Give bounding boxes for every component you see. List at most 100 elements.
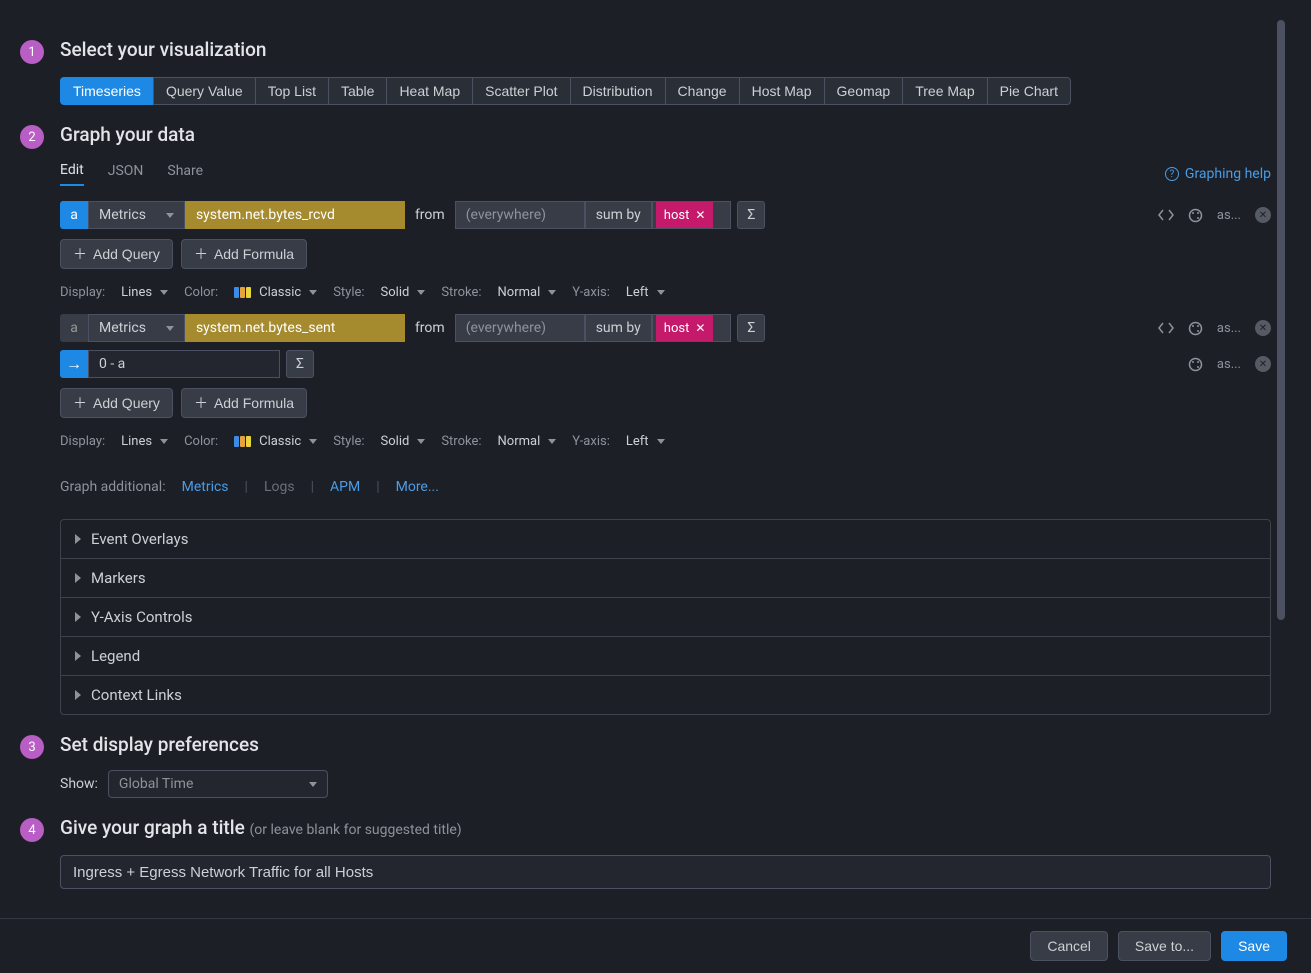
viz-query-value[interactable]: Query Value <box>153 77 255 105</box>
viz-timeseries[interactable]: Timeseries <box>60 77 153 105</box>
caret-icon <box>160 290 168 295</box>
aggregation-button[interactable]: Σ <box>286 350 314 378</box>
scrollbar[interactable] <box>1277 0 1285 900</box>
yaxis-select[interactable]: Left <box>626 285 665 300</box>
ga-more[interactable]: More... <box>396 479 439 495</box>
aggregation-button[interactable]: Σ <box>737 201 765 229</box>
accordion-group: Event Overlays Markers Y-Axis Controls L… <box>60 519 1271 715</box>
graph-additional-label: Graph additional: <box>60 479 166 495</box>
yaxis-select[interactable]: Left <box>626 434 665 449</box>
footer: Cancel Save to... Save <box>0 918 1311 973</box>
plus-icon: ＋ <box>194 393 208 413</box>
cancel-button[interactable]: Cancel <box>1030 931 1108 961</box>
query-row-2: a Metrics system.net.bytes_sent from (ev… <box>60 314 1271 342</box>
viz-table[interactable]: Table <box>328 77 386 105</box>
query-letter-a-dim[interactable]: a <box>60 314 88 342</box>
remove-query-icon[interactable]: ✕ <box>1255 207 1271 223</box>
plus-icon: ＋ <box>73 393 87 413</box>
query-metric-input[interactable]: system.net.bytes_rcvd <box>185 201 405 229</box>
palette-icon[interactable] <box>1188 357 1203 372</box>
yaxis-label: Y-axis: <box>572 285 610 300</box>
viz-pie-chart[interactable]: Pie Chart <box>987 77 1071 105</box>
chevron-right-icon <box>75 690 81 700</box>
query-metric-input[interactable]: system.net.bytes_sent <box>185 314 405 342</box>
ga-metrics[interactable]: Metrics <box>182 479 229 495</box>
step-4-badge: 4 <box>20 818 44 842</box>
scroll-thumb[interactable] <box>1277 20 1285 620</box>
graph-title-input[interactable] <box>60 855 1271 889</box>
caret-icon <box>166 326 174 331</box>
code-icon[interactable] <box>1158 321 1174 335</box>
style-select[interactable]: Solid <box>381 285 426 300</box>
caret-icon <box>166 213 174 218</box>
viz-scatter[interactable]: Scatter Plot <box>472 77 569 105</box>
chevron-right-icon <box>75 573 81 583</box>
viz-heat-map[interactable]: Heat Map <box>386 77 472 105</box>
viz-distribution[interactable]: Distribution <box>570 77 665 105</box>
add-formula-button[interactable]: ＋Add Formula <box>181 388 307 418</box>
remove-formula-icon[interactable]: ✕ <box>1255 356 1271 372</box>
display-label: Display: <box>60 434 105 449</box>
color-select[interactable]: Classic <box>234 434 317 449</box>
query-scope-input[interactable]: (everywhere) <box>455 314 585 342</box>
aggregation-button[interactable]: Σ <box>737 314 765 342</box>
viz-tree-map[interactable]: Tree Map <box>902 77 986 105</box>
stroke-select[interactable]: Normal <box>498 285 557 300</box>
viz-top-list[interactable]: Top List <box>255 77 328 105</box>
style-select[interactable]: Solid <box>381 434 426 449</box>
acc-event-overlays[interactable]: Event Overlays <box>61 520 1270 559</box>
remove-query-icon[interactable]: ✕ <box>1255 320 1271 336</box>
formula-arrow-icon: → <box>60 350 88 378</box>
display-select[interactable]: Lines <box>121 285 168 300</box>
tab-json[interactable]: JSON <box>108 163 144 185</box>
sumby-tags[interactable]: host ✕ <box>652 314 732 342</box>
style-label: Style: <box>333 285 364 300</box>
acc-legend[interactable]: Legend <box>61 637 1270 676</box>
query-scope-input[interactable]: (everywhere) <box>455 201 585 229</box>
save-button[interactable]: Save <box>1221 931 1287 961</box>
palette-icon[interactable] <box>1188 321 1203 336</box>
query-source-select[interactable]: Metrics <box>88 314 185 342</box>
ga-apm[interactable]: APM <box>330 479 360 495</box>
viz-host-map[interactable]: Host Map <box>739 77 824 105</box>
graphing-help-link[interactable]: ? Graphing help <box>1165 166 1271 182</box>
tab-share[interactable]: Share <box>167 163 203 185</box>
query-source-select[interactable]: Metrics <box>88 201 185 229</box>
add-query-button[interactable]: ＋Add Query <box>60 388 173 418</box>
sumby-label: sum by <box>585 201 652 229</box>
alias-button[interactable]: as... <box>1217 208 1241 223</box>
tag-remove-icon[interactable]: ✕ <box>695 321 705 335</box>
formula-input[interactable]: 0 - a <box>88 350 280 378</box>
formula-row: → 0 - a Σ as... ✕ <box>60 350 1271 378</box>
display-select[interactable]: Lines <box>121 434 168 449</box>
add-formula-button[interactable]: ＋Add Formula <box>181 239 307 269</box>
viz-change[interactable]: Change <box>665 77 739 105</box>
caret-icon <box>417 290 425 295</box>
viz-geomap[interactable]: Geomap <box>824 77 903 105</box>
color-select[interactable]: Classic <box>234 285 317 300</box>
color-swatch-icon <box>234 287 251 298</box>
palette-icon[interactable] <box>1188 208 1203 223</box>
caret-icon <box>548 439 556 444</box>
query-letter-a[interactable]: a <box>60 201 88 229</box>
step-3-title: Set display preferences <box>60 733 1271 756</box>
tab-edit[interactable]: Edit <box>60 162 84 186</box>
caret-icon <box>160 439 168 444</box>
acc-yaxis-controls[interactable]: Y-Axis Controls <box>61 598 1270 637</box>
sumby-tags[interactable]: host ✕ <box>652 201 732 229</box>
show-select[interactable]: Global Time <box>108 770 328 798</box>
tag-remove-icon[interactable]: ✕ <box>695 208 705 222</box>
tag-host: host ✕ <box>656 202 714 228</box>
acc-context-links[interactable]: Context Links <box>61 676 1270 714</box>
add-query-button[interactable]: ＋Add Query <box>60 239 173 269</box>
code-icon[interactable] <box>1158 208 1174 222</box>
stroke-select[interactable]: Normal <box>498 434 557 449</box>
alias-button[interactable]: as... <box>1217 357 1241 372</box>
caret-icon <box>657 439 665 444</box>
acc-markers[interactable]: Markers <box>61 559 1270 598</box>
plus-icon: ＋ <box>194 244 208 264</box>
caret-icon <box>548 290 556 295</box>
alias-button[interactable]: as... <box>1217 321 1241 336</box>
save-to-button[interactable]: Save to... <box>1118 931 1211 961</box>
step-1-title: Select your visualization <box>60 38 1271 61</box>
